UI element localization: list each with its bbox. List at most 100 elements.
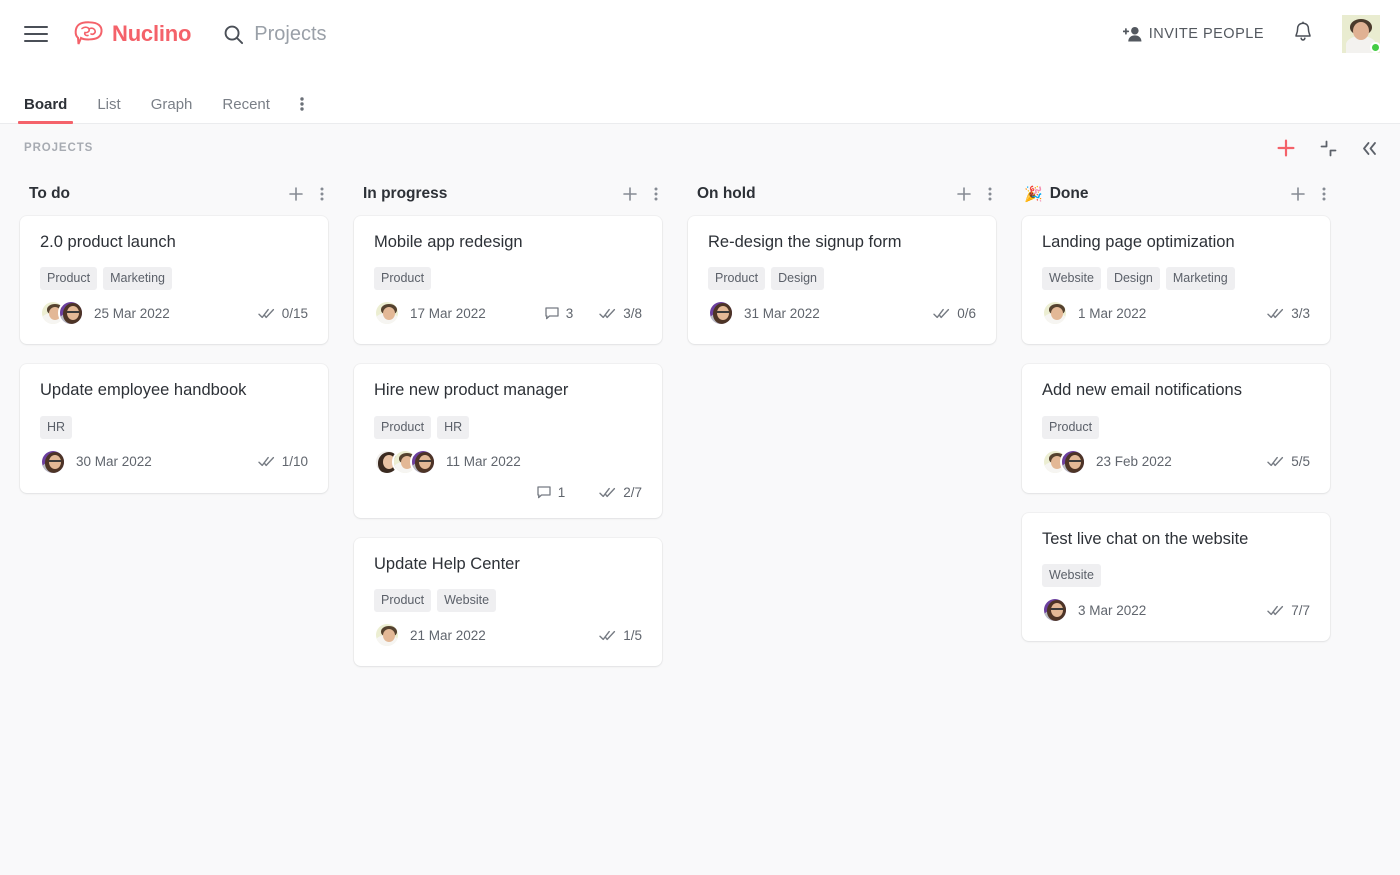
card-tasks-count: 5/5 [1291, 454, 1310, 470]
column-more-button[interactable] [654, 187, 658, 201]
card-title: Hire new product manager [374, 381, 569, 400]
brain-bubble-icon [74, 21, 103, 45]
card-title: Re-design the signup form [708, 233, 902, 251]
column-add-card-button[interactable] [956, 186, 972, 202]
card-tag[interactable]: Design [771, 267, 825, 291]
hamburger-menu-icon[interactable] [24, 21, 50, 47]
board-card[interactable]: Hire new product manager Product HR 11 M… [354, 364, 662, 518]
column-actions [288, 186, 324, 202]
search-input[interactable]: Projects [254, 23, 326, 46]
board-card[interactable]: Re-design the signup form Product Design… [688, 216, 996, 345]
board-columns: To do 2.0 product launch Product Marketi… [0, 172, 1400, 686]
tab-list[interactable]: List [97, 97, 120, 123]
board-card[interactable]: Landing page optimization Website Design… [1022, 216, 1330, 345]
card-tag[interactable]: Website [1042, 267, 1101, 291]
more-vertical-icon [654, 187, 658, 201]
nuclino-logo[interactable]: Nuclino [74, 21, 191, 47]
notifications-button[interactable] [1294, 21, 1312, 47]
board-card[interactable]: Update Help Center Product Website 21 Ma… [354, 537, 662, 667]
board-card[interactable]: 2.0 product launch Product Marketing 25 … [20, 216, 328, 345]
double-check-icon [599, 487, 616, 497]
plus-icon [289, 187, 303, 201]
search-icon [224, 25, 244, 44]
card-tasks-count: 1/5 [623, 627, 642, 643]
tab-graph[interactable]: Graph [151, 97, 193, 123]
avatar[interactable] [58, 300, 84, 327]
card-tags: Website [1042, 564, 1310, 588]
avatar[interactable] [1060, 448, 1086, 475]
card-tag[interactable]: HR [437, 415, 470, 439]
card-tag[interactable]: Product [708, 267, 766, 291]
tab-board[interactable]: Board [17, 97, 74, 124]
card-date: 21 Mar 2022 [410, 627, 486, 643]
collapse-all-button[interactable] [1320, 140, 1337, 157]
card-tag[interactable]: HR [40, 415, 73, 439]
search-box[interactable]: Projects [223, 23, 1122, 46]
avatar[interactable] [374, 622, 400, 649]
card-date: 30 Mar 2022 [76, 454, 152, 470]
avatar[interactable] [1042, 597, 1068, 624]
card-comments-count: 3 [565, 305, 574, 321]
card-tag[interactable]: Marketing [103, 267, 172, 291]
card-tag[interactable]: Product [1042, 415, 1100, 439]
card-tasks: 1/10 [258, 454, 308, 469]
board-card[interactable]: Test live chat on the website Website 3 … [1022, 512, 1330, 642]
invite-people-button[interactable]: INVITE PEOPLE [1122, 26, 1264, 42]
tabs-more-button[interactable] [300, 96, 304, 123]
card-assignees [1042, 597, 1068, 624]
tab-recent[interactable]: Recent [222, 97, 270, 123]
avatar[interactable] [1042, 300, 1068, 327]
card-tag[interactable]: Design [1106, 267, 1160, 291]
board-column-to-do: To do 2.0 product launch Product Marketi… [20, 172, 328, 513]
card-tag[interactable]: Website [437, 589, 497, 613]
avatar[interactable] [40, 448, 66, 475]
plus-icon [1291, 187, 1305, 201]
column-title: On hold [697, 185, 756, 202]
board-card[interactable]: Update employee handbook HR 30 Mar 2022 [20, 364, 328, 493]
board-column-in-progress: In progress Mobile app redesign Product … [354, 172, 662, 686]
more-vertical-icon [988, 187, 992, 201]
card-title: Landing page optimization [1042, 233, 1235, 251]
card-tag[interactable]: Marketing [1165, 267, 1235, 291]
card-tag[interactable]: Product [374, 415, 432, 439]
card-tags: Product [1042, 415, 1310, 439]
online-status-dot [1370, 42, 1381, 53]
comment-icon [537, 486, 551, 499]
card-tasks: 5/5 [1267, 454, 1310, 469]
board-card[interactable]: Add new email notifications Product 23 F… [1022, 364, 1330, 493]
card-tasks-count: 3/8 [623, 305, 642, 321]
more-vertical-icon [300, 97, 304, 111]
card-tags: HR [40, 415, 308, 439]
board-card[interactable]: Mobile app redesign Product 17 Mar 2022 [354, 216, 662, 345]
card-tag[interactable]: Product [374, 267, 432, 291]
card-date: 25 Mar 2022 [94, 305, 170, 321]
column-more-button[interactable] [320, 187, 324, 201]
avatar[interactable] [708, 300, 734, 327]
card-tasks: 3/3 [1267, 306, 1310, 321]
user-avatar-button[interactable] [1342, 15, 1381, 53]
card-date: 11 Mar 2022 [446, 454, 521, 470]
card-tag[interactable]: Product [374, 589, 432, 613]
card-tag[interactable]: Website [1042, 564, 1101, 588]
comment-icon [545, 307, 559, 320]
card-comments-count: 1 [557, 484, 566, 500]
card-tags: Product HR [374, 415, 642, 439]
avatar[interactable] [410, 448, 436, 475]
column-more-button[interactable] [1322, 187, 1326, 201]
column-add-card-button[interactable] [622, 186, 638, 202]
more-vertical-icon [320, 187, 324, 201]
avatar[interactable] [374, 300, 400, 327]
column-more-button[interactable] [988, 187, 992, 201]
card-tags: Product Design [708, 267, 976, 291]
card-meta: 3 Mar 2022 7/7 [1042, 597, 1310, 624]
card-assignees [1042, 300, 1068, 327]
card-counters: 1/5 [599, 628, 642, 643]
column-add-card-button[interactable] [1290, 186, 1306, 202]
card-tasks-count: 1/10 [281, 454, 308, 470]
party-popper-icon: 🎉 [1024, 185, 1043, 203]
add-item-button[interactable] [1276, 138, 1296, 158]
column-add-card-button[interactable] [288, 186, 304, 202]
hide-sidebar-button[interactable] [1361, 141, 1378, 156]
card-tag[interactable]: Product [40, 267, 98, 291]
card-tags: Product Marketing [40, 267, 308, 291]
